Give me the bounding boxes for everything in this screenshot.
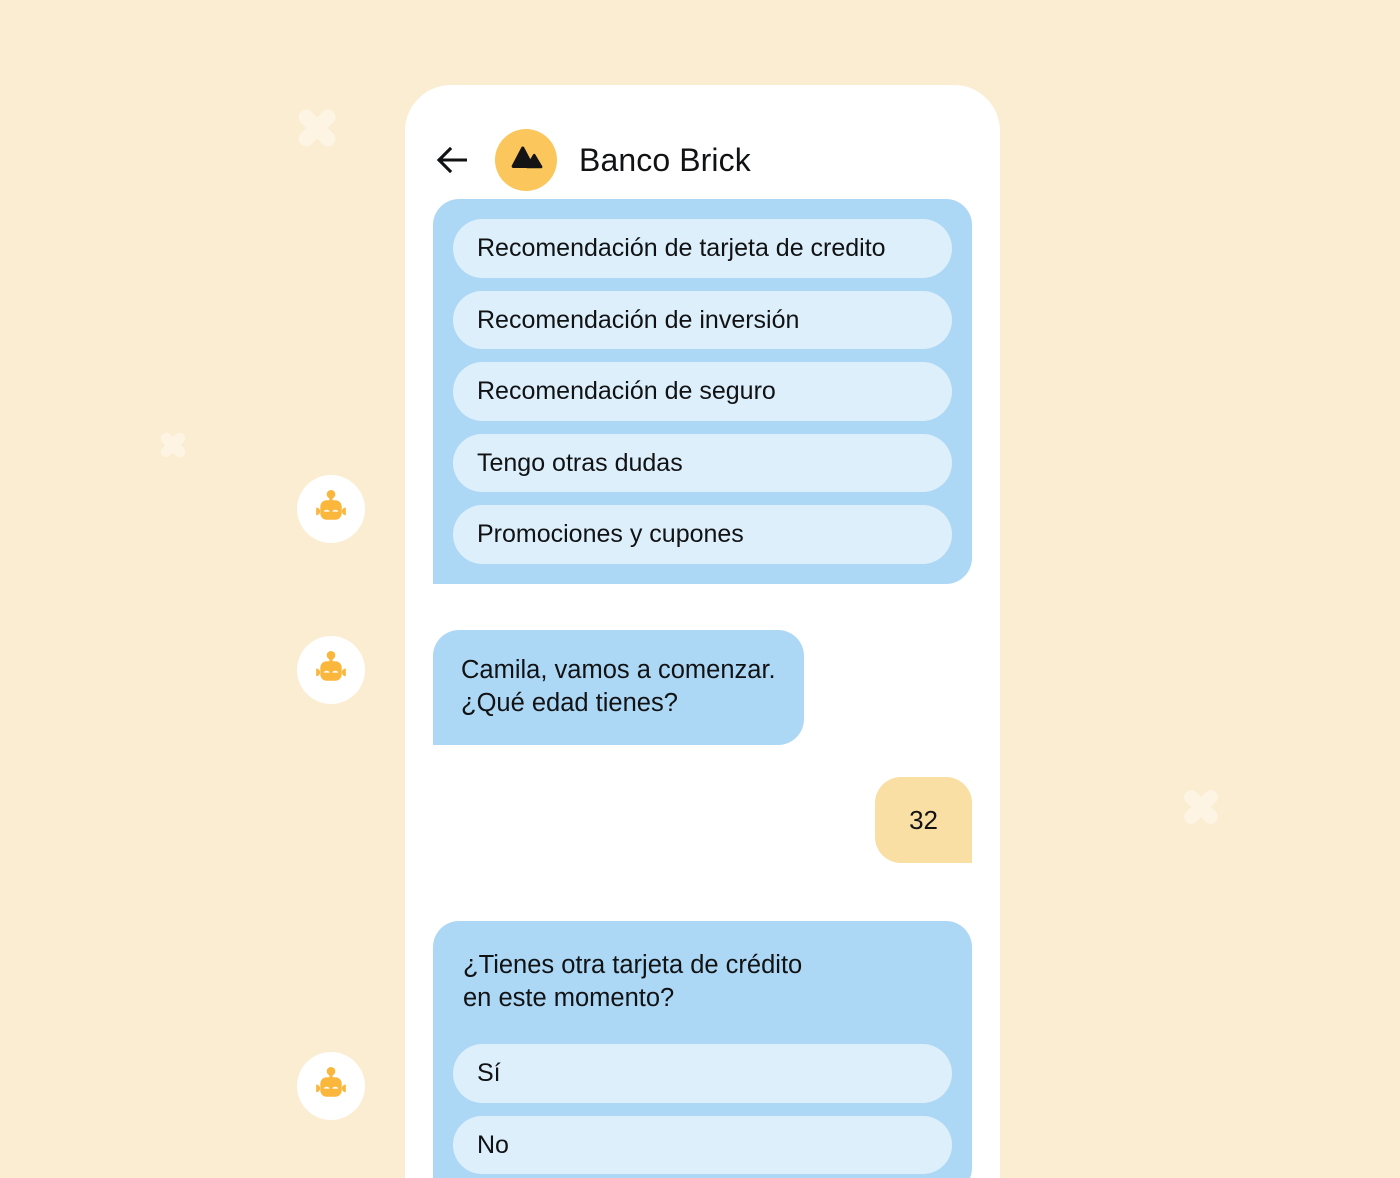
quick-reply-group: Recomendación de tarjeta de credito Reco… [433,199,972,584]
chat-window: Banco Brick Recomendación de tarjeta de … [405,85,1000,1178]
x-decor-top-left [288,99,346,157]
bot-avatar-1 [297,475,365,543]
bot-message-line-2: ¿Qué edad tienes? [461,689,678,718]
message-row-user-reply-1: 32 [405,776,1000,864]
brand-logo [495,129,557,191]
bot-avatar-3 [297,1052,365,1120]
quick-reply-option-3[interactable]: Recomendación de seguro [453,362,952,421]
user-message-bubble: 32 [875,776,972,864]
bot-question-line-2: en este momento? [463,984,675,1013]
chat-header: Banco Brick [405,85,1000,199]
robot-avatar-icon [316,1067,346,1097]
quick-reply-option-5[interactable]: Promociones y cupones [453,505,952,564]
bot-avatar-2 [297,636,365,704]
quick-reply-option-4[interactable]: Tengo otras dudas [453,433,952,492]
quick-reply-group-yes-no: ¿Tienes otra tarjeta de crédito en este … [433,921,972,1178]
robot-avatar-icon [316,651,346,681]
bot-message-bubble: Camila, vamos a comenzar. ¿Qué edad tien… [433,629,804,745]
message-row-menu: Recomendación de tarjeta de credito Reco… [405,199,1000,584]
message-row-bot-question-1: Camila, vamos a comenzar. ¿Qué edad tien… [405,629,1000,745]
x-decor-mid-left [153,425,193,465]
x-decor-mid-right [1174,780,1228,834]
banco-brick-mountain-logo-icon [511,146,543,169]
quick-reply-option-2[interactable]: Recomendación de inversión [453,290,952,349]
screen: Banco Brick Recomendación de tarjeta de … [0,0,1400,1178]
robot-avatar-icon [316,490,346,520]
quick-reply-option-no[interactable]: No [453,1115,952,1175]
page-title: Banco Brick [579,141,751,178]
chat-message-list: Recomendación de tarjeta de credito Reco… [405,199,1000,1178]
bot-question-line-1: ¿Tienes otra tarjeta de crédito [463,951,803,980]
message-row-bot-question-2: ¿Tienes otra tarjeta de crédito en este … [405,921,1000,1178]
quick-reply-option-yes[interactable]: Sí [453,1044,952,1103]
bot-question-text: ¿Tienes otra tarjeta de crédito en este … [453,949,952,1031]
back-button[interactable] [433,140,473,180]
arrow-left-icon [436,147,467,173]
quick-reply-option-1[interactable]: Recomendación de tarjeta de credito [453,219,952,278]
bot-message-line-1: Camila, vamos a comenzar. [461,655,776,684]
